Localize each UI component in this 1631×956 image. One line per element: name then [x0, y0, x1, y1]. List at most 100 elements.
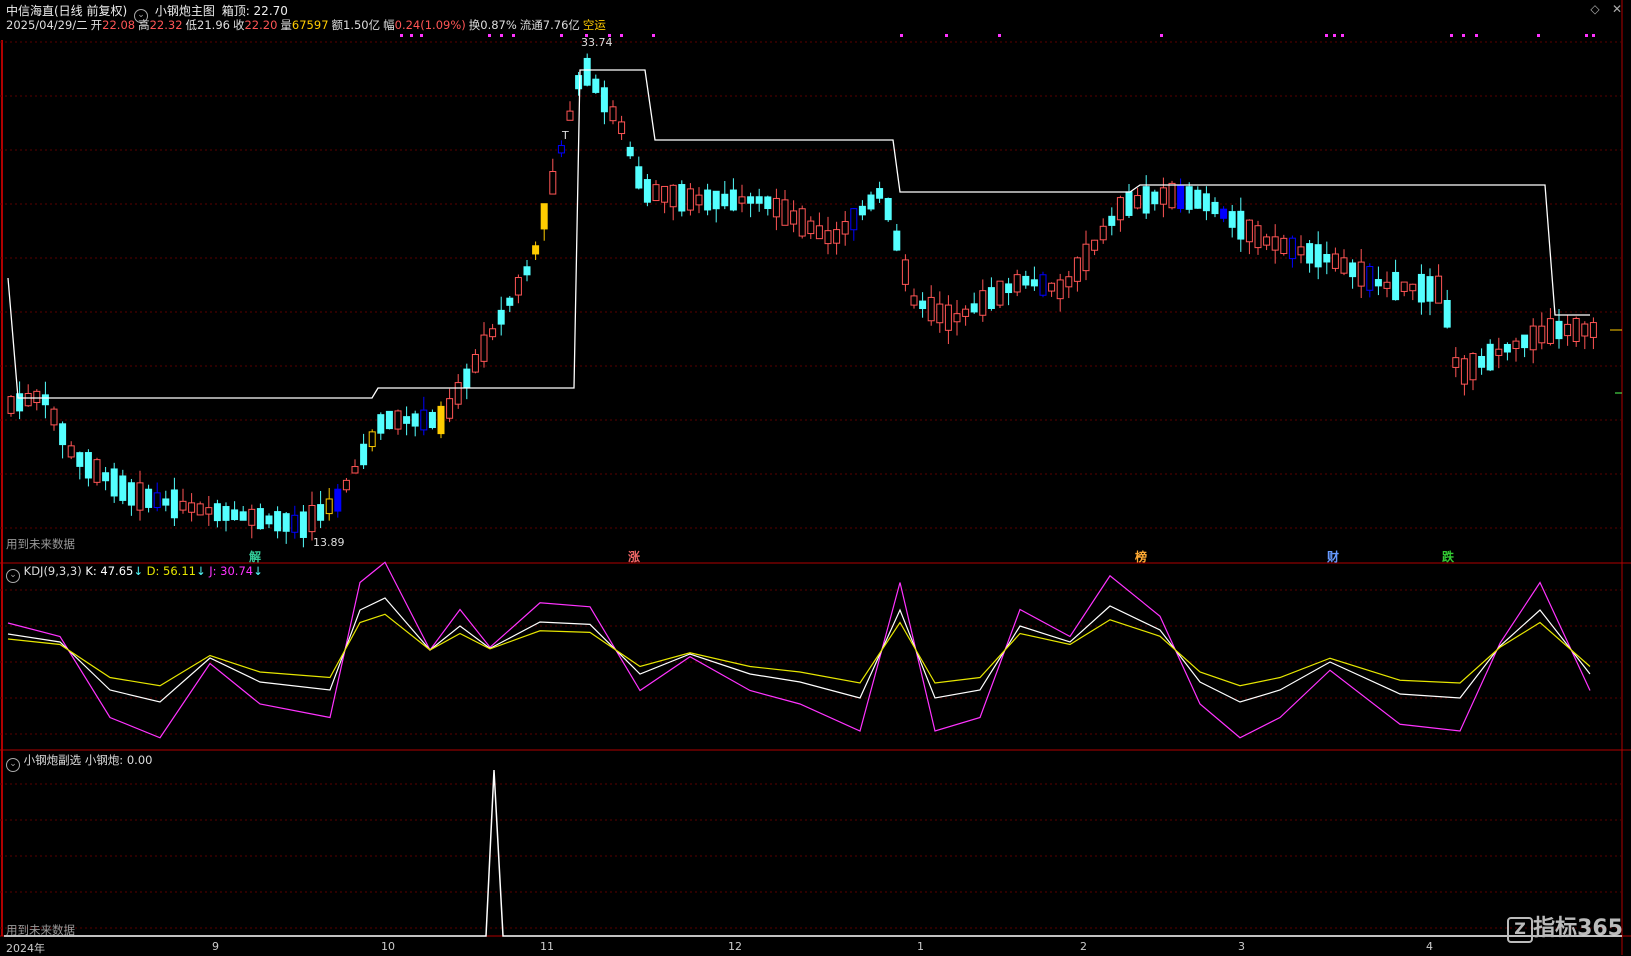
candle-body [1091, 239, 1099, 251]
axis-month: 10 [381, 940, 395, 953]
candle-body [1521, 334, 1529, 349]
candle-body [1013, 274, 1021, 293]
candle-body [609, 106, 617, 122]
candle-body [1495, 348, 1503, 356]
arrow-down-icon: ↓ [253, 564, 263, 578]
change-label: 幅 [383, 18, 395, 32]
candle-body [1529, 325, 1537, 351]
candle-body [299, 511, 307, 538]
candle-body [179, 500, 187, 511]
sub-indicator-name[interactable]: 小钢炮副选 [24, 753, 82, 767]
axis-month: 9 [212, 940, 219, 953]
candle-body [1194, 189, 1202, 209]
candle-body [291, 514, 299, 533]
candle-body [850, 208, 858, 231]
candle-body [721, 193, 729, 207]
candle-body [1073, 257, 1081, 282]
candle-body [1546, 318, 1554, 344]
high-label: 高 [138, 18, 150, 32]
candle-body [368, 431, 376, 448]
candle-body [489, 328, 497, 338]
signal-dot [1325, 34, 1328, 37]
candle-body [549, 171, 557, 195]
signal-dot [1592, 34, 1595, 37]
signal-dot [1341, 34, 1344, 37]
candle-body [1392, 271, 1400, 301]
candle-body [1581, 323, 1589, 337]
candle-body [282, 513, 290, 532]
candle-body [1065, 276, 1073, 288]
candle-body [213, 503, 221, 522]
candle-body [1443, 299, 1451, 328]
chart-canvas[interactable] [0, 0, 1631, 955]
watermark-logo: Z 指标365 [1507, 910, 1623, 943]
candle-body [996, 280, 1004, 306]
signal-dot [1537, 34, 1540, 37]
candle-body [910, 295, 918, 306]
candle-body [618, 121, 626, 135]
candle-body [1125, 191, 1133, 216]
candle-body [1555, 320, 1563, 340]
candle-body [385, 410, 393, 430]
candle-body [833, 229, 841, 244]
candle-body [626, 146, 634, 157]
candle-body [231, 509, 239, 521]
candle-body [557, 145, 565, 154]
axis-month: 2024年 [6, 942, 45, 955]
candle-body [1022, 275, 1030, 286]
candle-body [669, 184, 677, 208]
candle-body [205, 507, 213, 515]
circle-chevron-icon[interactable]: ⌄ [6, 569, 20, 583]
candle-body [815, 225, 823, 240]
candle-body [1340, 257, 1348, 274]
candle-body [1374, 279, 1382, 287]
candle-body [41, 394, 49, 406]
candle-body [1538, 325, 1546, 344]
high-mark: 33.74 [581, 36, 613, 49]
open-value: 22.08 [102, 18, 136, 32]
candle-body [1288, 237, 1296, 260]
candle-body [1280, 237, 1288, 255]
candle-body [1331, 253, 1339, 269]
signal-jie: 解 [249, 550, 262, 564]
candle-body [1048, 282, 1056, 292]
main-indicator-name[interactable]: 小钢炮主图 [155, 4, 215, 18]
signal-zhang: 涨 [628, 550, 641, 564]
candle-body [1039, 274, 1047, 296]
kdj-name[interactable]: KDJ(9,3,3) [24, 564, 82, 578]
candle-body [162, 498, 170, 506]
candle-body [437, 405, 445, 435]
candle-body [695, 194, 703, 206]
candle-body [583, 57, 591, 86]
signal-die: 跌 [1442, 550, 1455, 564]
candle-body [506, 297, 514, 306]
signal-dot [420, 34, 423, 37]
candle-body [901, 259, 909, 285]
candle-body [265, 515, 273, 525]
diamond-icon[interactable]: ◇ [1588, 2, 1602, 16]
low-mark: 13.89 [313, 536, 345, 549]
candle-body [1383, 281, 1391, 289]
candle-body [342, 479, 350, 491]
candle-body [970, 303, 978, 313]
candle-body [50, 408, 58, 426]
close-icon[interactable]: ✕ [1610, 2, 1624, 16]
box-top-label: 箱顶: 22.70 [221, 4, 288, 18]
candle-body [781, 199, 789, 226]
candle-body [807, 220, 815, 235]
candle-body [1297, 246, 1305, 256]
signal-dot [620, 34, 623, 37]
candle-body [738, 196, 746, 204]
candle-body [523, 266, 531, 276]
signal-dot [945, 34, 948, 37]
candle-body [652, 184, 660, 202]
circle-chevron-icon[interactable]: ⌄ [6, 758, 20, 772]
candle-body [858, 205, 866, 216]
candle-body [446, 398, 454, 419]
candle-body [841, 221, 849, 235]
candle-body [420, 409, 428, 431]
candle-body [876, 188, 884, 199]
future-data-note: 用到未来数据 [6, 537, 75, 551]
candle-body [196, 503, 204, 516]
candle-body [256, 508, 264, 530]
